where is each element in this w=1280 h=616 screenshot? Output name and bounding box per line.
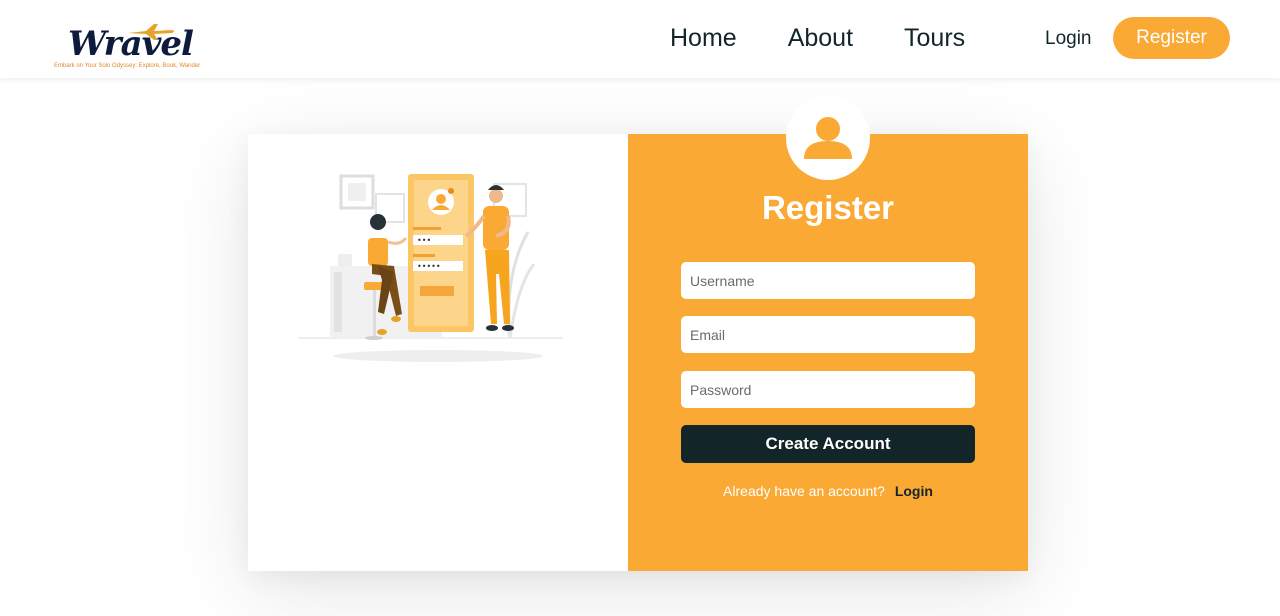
svg-text:•••: ••• (417, 236, 431, 245)
nav-home[interactable]: Home (670, 22, 737, 54)
login-prompt: Already have an account? Login (628, 483, 1028, 499)
nav-login-link[interactable]: Login (1045, 28, 1092, 50)
brand-logo[interactable]: Wravel Embark on Your Solo Odyssey: Expl… (50, 10, 210, 74)
illustration-panel: ••• ••••• (248, 134, 628, 571)
email-input[interactable] (681, 316, 975, 353)
form-title: Register (761, 189, 895, 226)
brand-tagline: Embark on Your Solo Odyssey: Explore, Bo… (54, 63, 201, 69)
signup-illustration: ••• ••••• (298, 174, 563, 362)
user-icon (804, 117, 852, 159)
nav-links: Home About Tours (670, 22, 1016, 54)
password-input[interactable] (681, 371, 975, 408)
login-link[interactable]: Login (895, 483, 933, 499)
already-text: Already have an account? (723, 483, 885, 499)
register-card: ••• ••••• Register Username Email Create… (248, 96, 1028, 571)
navbar: Wravel Embark on Your Solo Odyssey: Expl… (0, 0, 1280, 78)
nav-register-button[interactable]: Register (1113, 17, 1230, 59)
svg-text:•••••: ••••• (417, 262, 441, 271)
create-account-button[interactable]: Create Account (681, 425, 975, 463)
brand-name: Wravel (68, 24, 194, 64)
nav-about[interactable]: About (788, 22, 853, 54)
avatar (786, 96, 870, 180)
username-input[interactable] (681, 262, 975, 299)
nav-tours[interactable]: Tours (904, 22, 965, 54)
